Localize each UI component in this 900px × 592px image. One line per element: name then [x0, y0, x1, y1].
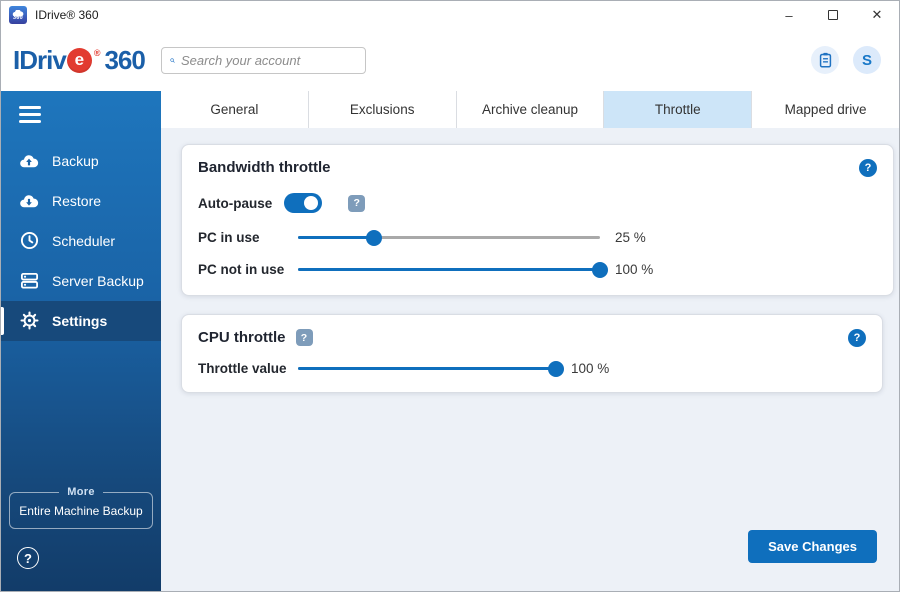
slider-fill [298, 367, 556, 370]
maximize-button[interactable] [811, 1, 855, 29]
avatar[interactable]: S [853, 46, 881, 74]
entire-machine-backup-button[interactable]: Entire Machine Backup [14, 504, 148, 518]
sidebar-item-label: Settings [52, 312, 108, 329]
cloud-upload-icon [19, 151, 39, 171]
tab-mapped-drive[interactable]: Mapped drive [752, 91, 899, 128]
throttle-value-display: 100 % [571, 361, 610, 376]
header-actions: S [811, 46, 899, 74]
pc-in-use-value: 25 % [615, 230, 646, 245]
slider-fill [298, 236, 374, 239]
slider-thumb[interactable] [592, 261, 608, 278]
app-icon: 360 [9, 6, 27, 24]
tab-exclusions[interactable]: Exclusions [309, 91, 457, 128]
sidebar-item-server-backup[interactable]: Server Backup [1, 261, 161, 301]
sidebar: Backup Restore Scheduler Server Backup S… [1, 91, 161, 591]
maximize-icon [828, 10, 838, 20]
throttle-value-slider[interactable] [298, 360, 564, 377]
account-search[interactable] [161, 46, 366, 74]
pc-not-in-use-row: PC not in use 100 % [198, 261, 877, 278]
auto-pause-row: Auto-pause ? [198, 193, 877, 213]
clock-icon [19, 231, 39, 251]
throttle-value-label: Throttle value [198, 361, 287, 376]
clipboard-icon [819, 52, 831, 68]
window-controls: – ✕ [767, 1, 899, 29]
sidebar-item-label: Server Backup [52, 272, 144, 289]
main-content: General Exclusions Archive cleanup Throt… [161, 91, 899, 591]
idrive-logo: IDriv e ® 360 [1, 45, 161, 76]
pc-not-in-use-label: PC not in use [198, 262, 285, 277]
logo-registered-mark: ® [93, 47, 101, 58]
slider-fill [298, 268, 600, 271]
bandwidth-throttle-card: Bandwidth throttle ? Auto-pause ? PC in … [181, 144, 894, 296]
app-window: 360 IDrive® 360 – ✕ IDriv e ® 360 Search… [0, 0, 900, 592]
logo-text-right: 360 [104, 44, 145, 75]
question-mark-icon: ? [24, 550, 32, 566]
minimize-icon: – [785, 7, 793, 23]
throttle-value-row: Throttle value 100 % [198, 360, 866, 377]
server-icon [19, 271, 39, 291]
app-header: IDriv e ® 360 S [1, 29, 899, 91]
auto-pause-toggle[interactable] [284, 193, 323, 213]
pc-not-in-use-slider[interactable] [298, 261, 608, 278]
pc-not-in-use-value: 100 % [615, 262, 654, 277]
throttle-panel: Bandwidth throttle ? Auto-pause ? PC in … [161, 128, 899, 591]
app-icon-360-label: 360 [12, 14, 24, 21]
cloud-download-icon [19, 191, 39, 211]
tab-general[interactable]: General [161, 91, 309, 128]
auto-pause-label: Auto-pause [198, 195, 273, 211]
sidebar-help-button[interactable]: ? [17, 547, 39, 569]
window-title: IDrive® 360 [35, 8, 99, 22]
search-icon [170, 57, 175, 63]
hamburger-icon [19, 106, 41, 109]
body-row: Backup Restore Scheduler Server Backup S… [1, 91, 899, 591]
sidebar-item-backup[interactable]: Backup [1, 141, 161, 181]
auto-pause-help-button[interactable]: ? [348, 194, 366, 212]
sidebar-item-label: Backup [52, 152, 99, 169]
sidebar-item-scheduler[interactable]: Scheduler [1, 221, 161, 261]
minimize-button[interactable]: – [767, 1, 811, 29]
cpu-throttle-card: CPU throttle ? ? Throttle value 100 % [181, 314, 883, 393]
menu-toggle-button[interactable] [19, 106, 43, 123]
sidebar-nav: Backup Restore Scheduler Server Backup S… [1, 141, 161, 341]
slider-thumb[interactable] [365, 229, 382, 246]
logo-text-left: IDriv [13, 44, 67, 75]
close-button[interactable]: ✕ [855, 1, 899, 29]
logo-e-badge: e [66, 47, 92, 73]
save-changes-button[interactable]: Save Changes [748, 530, 877, 563]
search-input[interactable] [181, 52, 357, 68]
more-section: More Entire Machine Backup [9, 486, 153, 529]
pc-in-use-row: PC in use 25 % [198, 229, 877, 246]
pc-in-use-label: PC in use [198, 230, 260, 245]
activity-log-button[interactable] [811, 46, 839, 74]
toggle-knob-icon [304, 196, 319, 210]
close-icon: ✕ [871, 7, 883, 22]
bandwidth-help-button[interactable]: ? [859, 159, 877, 177]
bandwidth-throttle-title: Bandwidth throttle [198, 159, 331, 176]
gear-icon [19, 311, 39, 331]
slider-thumb[interactable] [548, 360, 564, 377]
sidebar-item-restore[interactable]: Restore [1, 181, 161, 221]
tab-archive-cleanup[interactable]: Archive cleanup [457, 91, 605, 128]
title-bar: 360 IDrive® 360 – ✕ [1, 1, 899, 29]
cpu-throttle-title-help-button[interactable]: ? [295, 329, 313, 346]
cpu-help-button[interactable]: ? [848, 329, 866, 347]
more-label: More [67, 486, 95, 498]
cpu-throttle-title: CPU throttle ? [198, 329, 313, 346]
sidebar-item-label: Scheduler [52, 232, 116, 249]
tab-throttle[interactable]: Throttle [604, 91, 753, 128]
settings-tab-bar: General Exclusions Archive cleanup Throt… [161, 91, 899, 128]
pc-in-use-slider[interactable] [298, 229, 600, 246]
sidebar-item-settings[interactable]: Settings [1, 300, 161, 341]
sidebar-item-label: Restore [52, 192, 102, 209]
